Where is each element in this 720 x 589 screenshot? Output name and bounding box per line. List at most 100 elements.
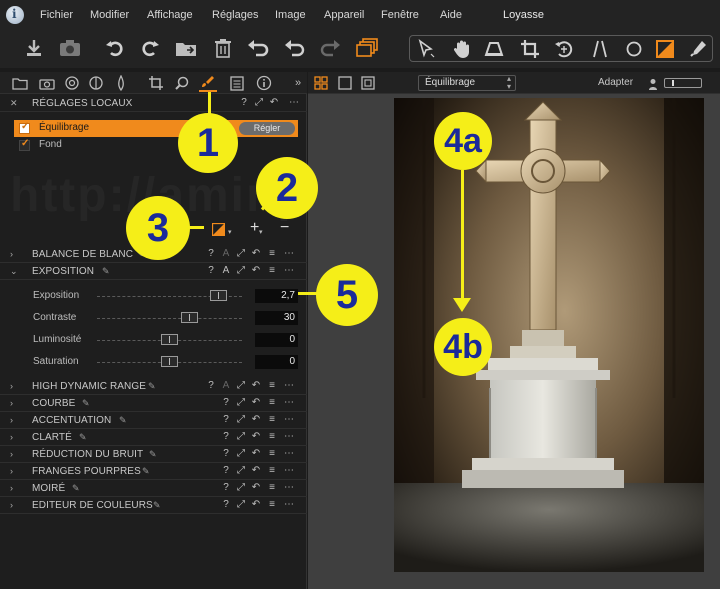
reset-section-icon[interactable]: ↶ [268, 97, 280, 108]
lens-correction-icon[interactable] [588, 38, 612, 60]
menu-fichier[interactable]: Fichier [40, 9, 73, 21]
reset-section-icon[interactable]: ↶ [250, 414, 262, 425]
help-icon[interactable]: ? [220, 431, 232, 442]
image-viewer[interactable]: 4a 4b [308, 94, 720, 589]
copy-adjustments-icon[interactable]: ⤢ [235, 482, 247, 493]
rotate-tool-icon[interactable] [552, 38, 576, 60]
presets-icon[interactable]: ≡ [266, 499, 278, 510]
add-layer-icon[interactable]: + [250, 219, 259, 237]
menu-affichage[interactable]: Affichage [147, 9, 193, 21]
help-icon[interactable]: ? [205, 248, 217, 259]
copy-adjustments-icon[interactable]: ⤢ [235, 265, 247, 276]
copy-adjustments-icon[interactable]: ⤢ [253, 97, 265, 108]
collapse-chevron-icon[interactable]: ✕ [10, 98, 18, 109]
menu-image[interactable]: Image [275, 9, 306, 21]
single-view-icon[interactable] [338, 76, 352, 95]
copy-adjustments-icon[interactable]: ⤢ [235, 431, 247, 442]
section-menu-icon[interactable]: ⋯ [283, 248, 295, 259]
auto-icon[interactable]: A [220, 248, 232, 259]
layer-row-equilibrage[interactable]: Équilibrage Régler [14, 120, 298, 137]
grid-view-icon[interactable] [314, 76, 328, 95]
reset-section-icon[interactable]: ↶ [250, 482, 262, 493]
library-folder-icon[interactable] [11, 74, 29, 92]
help-icon[interactable]: ? [238, 97, 250, 108]
multi-view-icon[interactable] [361, 76, 375, 95]
crop-tab-icon[interactable] [147, 74, 165, 92]
crop-icon[interactable] [518, 38, 542, 60]
adjust-layer-button[interactable]: Régler [239, 122, 295, 135]
menu-fenetre[interactable]: Fenêtre [381, 9, 419, 21]
more-tabs-icon[interactable]: » [289, 74, 307, 92]
reset-section-icon[interactable]: ↶ [250, 248, 262, 259]
presets-icon[interactable]: ≡ [266, 414, 278, 425]
section-menu-icon[interactable]: ⋯ [288, 97, 300, 108]
section-menu-icon[interactable]: ⋯ [283, 499, 295, 510]
slider-handle[interactable] [161, 356, 178, 367]
auto-icon[interactable]: A [220, 265, 232, 276]
expand-chevron-icon[interactable]: › [10, 398, 13, 408]
sharpening-header[interactable]: › ACCENTUATION ✎ ? ⤢ ↶ ≡ ⋯ [0, 413, 307, 429]
details-magnifier-icon[interactable] [173, 74, 191, 92]
menu-appareil[interactable]: Appareil [324, 9, 364, 21]
copy-adjustments-icon[interactable]: ⤢ [235, 414, 247, 425]
color-icon[interactable] [87, 74, 105, 92]
section-menu-icon[interactable]: ⋯ [283, 465, 295, 476]
presets-icon[interactable]: ≡ [266, 265, 278, 276]
select-cursor-icon[interactable] [414, 38, 438, 60]
slider-track[interactable] [97, 318, 242, 319]
presets-icon[interactable]: ≡ [266, 465, 278, 476]
slider-value-field[interactable]: 2,7 [255, 289, 298, 303]
menu-reglages[interactable]: Réglages [212, 9, 258, 21]
zoom-slider[interactable] [664, 78, 702, 88]
slider-handle[interactable] [161, 334, 178, 345]
capture-camera-icon[interactable] [38, 74, 56, 92]
copy-adjustments-icon[interactable]: ⤢ [235, 448, 247, 459]
reset-section-icon[interactable]: ↶ [250, 397, 262, 408]
clarity-header[interactable]: › CLARTÉ ✎ ? ⤢ ↶ ≡ ⋯ [0, 430, 307, 446]
expand-chevron-icon[interactable]: › [10, 483, 13, 493]
layer-enabled-checkbox[interactable] [19, 121, 30, 134]
moire-header[interactable]: › MOIRÉ ✎ ? ⤢ ↶ ≡ ⋯ [0, 481, 307, 497]
zoom-slider-handle[interactable] [672, 80, 674, 86]
presets-icon[interactable]: ≡ [266, 380, 278, 391]
local-adjustments-header[interactable]: ✕ RÉGLAGES LOCAUX ? ⤢ ↶ ⋯ [0, 96, 307, 112]
reset-section-icon[interactable]: ↶ [250, 465, 262, 476]
purple-fringing-header[interactable]: › FRANGES POURPRES ✎ ? ⤢ ↶ ≡ ⋯ [0, 464, 307, 480]
section-menu-icon[interactable]: ⋯ [283, 414, 295, 425]
collapse-chevron-icon[interactable]: ⌄ [10, 266, 18, 277]
info-icon[interactable] [255, 74, 273, 92]
presets-icon[interactable]: ≡ [266, 248, 278, 259]
copy-adjustments-icon[interactable]: ⤢ [235, 248, 247, 259]
section-menu-icon[interactable]: ⋯ [283, 431, 295, 442]
help-icon[interactable]: ? [220, 465, 232, 476]
color-picker-icon[interactable] [686, 38, 710, 60]
menu-aide[interactable]: Aide [440, 9, 462, 21]
reset-section-icon[interactable]: ↶ [250, 431, 262, 442]
help-icon[interactable]: ? [205, 380, 217, 391]
section-menu-icon[interactable]: ⋯ [283, 380, 295, 391]
copy-adjustments-icon[interactable]: ⤢ [235, 397, 247, 408]
remove-layer-icon[interactable]: − [280, 219, 289, 237]
copy-adjustments-icon[interactable]: ⤢ [235, 465, 247, 476]
color-editor-header[interactable]: › EDITEUR DE COULEURS ✎ ? ⤢ ↶ ≡ ⋯ [0, 498, 307, 514]
help-icon[interactable]: ? [220, 499, 232, 510]
dropdown-arrow-icon[interactable]: ▾ [228, 228, 232, 236]
undo-icon[interactable] [283, 37, 307, 59]
layer-row-fond[interactable]: Fond [14, 137, 298, 153]
slider-value-field[interactable]: 0 [255, 355, 298, 369]
exposure-drop-icon[interactable] [112, 74, 130, 92]
help-icon[interactable]: ? [220, 448, 232, 459]
trash-icon[interactable] [211, 37, 235, 59]
import-icon[interactable] [22, 37, 46, 59]
lens-icon[interactable] [63, 74, 81, 92]
slider-value-field[interactable]: 0 [255, 333, 298, 347]
expand-chevron-icon[interactable]: › [10, 432, 13, 442]
keystone-icon[interactable] [482, 38, 506, 60]
help-icon[interactable]: ? [220, 414, 232, 425]
rotate-left-icon[interactable] [103, 37, 127, 59]
help-icon[interactable]: ? [220, 397, 232, 408]
pan-hand-icon[interactable] [450, 38, 474, 60]
noise-reduction-header[interactable]: › RÉDUCTION DU BRUIT ✎ ? ⤢ ↶ ≡ ⋯ [0, 447, 307, 463]
layer-enabled-checkbox[interactable] [19, 138, 30, 151]
slider-handle[interactable] [181, 312, 198, 323]
